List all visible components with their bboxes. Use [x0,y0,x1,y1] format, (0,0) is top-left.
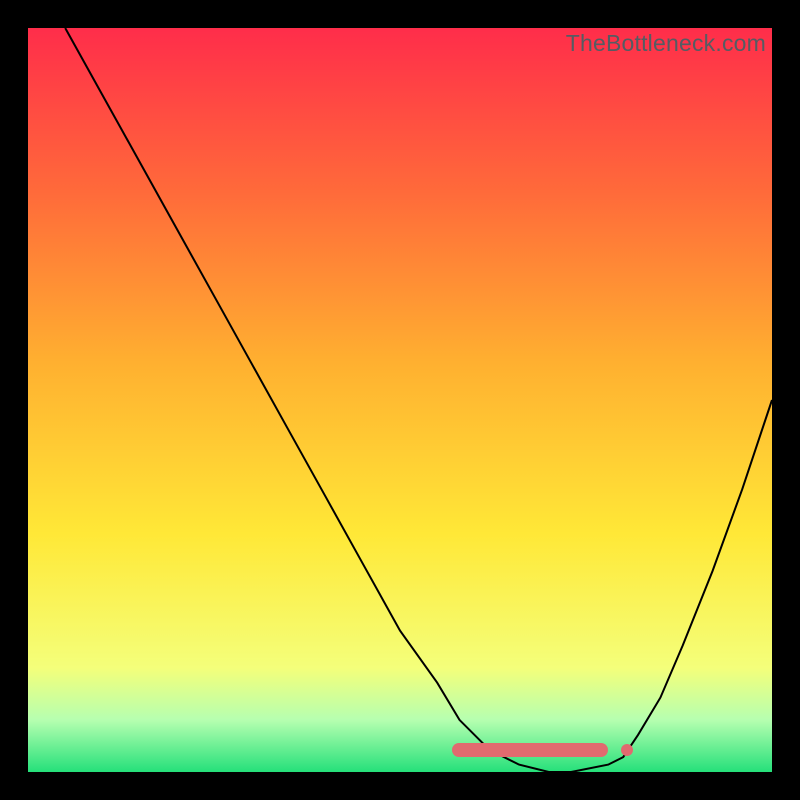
chart-frame: TheBottleneck.com [0,0,800,800]
optimal-point-marker [621,744,633,756]
bottleneck-curve [28,28,772,772]
optimal-range-marker [452,743,608,757]
plot-area: TheBottleneck.com [28,28,772,772]
